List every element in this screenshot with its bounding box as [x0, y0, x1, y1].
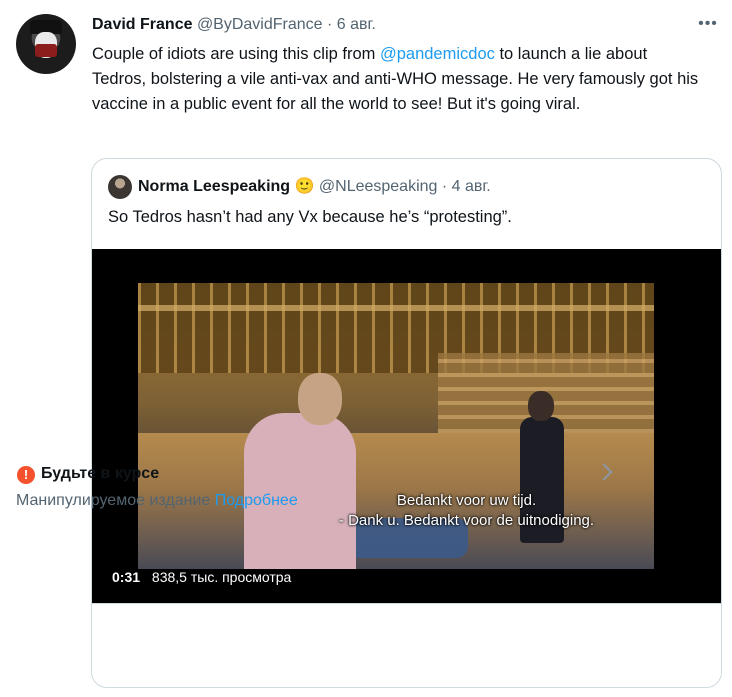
author-handle[interactable]: @ByDavidFrance [197, 16, 323, 33]
quoted-tweet[interactable]: Norma Leespeaking 🙂 @NLeespeaking · 4 ав… [91, 158, 722, 688]
smile-emoji-icon: 🙂 [294, 178, 315, 195]
avatar-mask [35, 44, 57, 57]
video-views: 838,5 тыс. просмотра [151, 569, 292, 585]
more-horizontal-icon[interactable]: ••• [697, 16, 719, 38]
mention-link[interactable]: @pandemicdoc [380, 45, 495, 63]
tweet-text: Couple of idiots are using this clip fro… [92, 42, 702, 117]
tweet-date[interactable]: 6 авг. [337, 16, 376, 33]
quote-author-name: Norma Leespeaking [138, 178, 291, 195]
video-person-foreground [226, 373, 356, 569]
author-avatar[interactable] [16, 14, 76, 74]
quote-separator-dot: · [441, 178, 448, 195]
video-subtitle-line2: - Dank u. Bedankt voor de uitnodiging. [338, 512, 595, 529]
misleading-notice[interactable] [92, 603, 721, 687]
video-beam [138, 305, 654, 311]
tweet-header: David France @ByDavidFrance · 6 авг. [92, 16, 376, 34]
learn-more-link[interactable]: Подробнее [215, 492, 298, 509]
video-duration: 0:31 [112, 569, 141, 585]
video-info: 0:31 838,5 тыс. просмотра [112, 569, 291, 585]
quote-header: Norma Leespeaking 🙂 @NLeespeaking · 4 ав… [138, 176, 491, 196]
quote-author-avatar[interactable] [108, 175, 132, 199]
notice-title: Будьте в курсе [41, 465, 160, 482]
notice-description: Манипулируемое издание Подробнее [16, 492, 298, 510]
warning-icon: ! [17, 466, 35, 484]
quote-author-handle: @NLeespeaking [318, 178, 438, 195]
tweet-text-part1: Couple of idiots are using this clip fro… [92, 45, 380, 63]
quote-date: 4 авг. [451, 178, 491, 195]
author-name[interactable]: David France [92, 16, 192, 33]
video-player[interactable]: Bedankt voor uw tijd. - Dank u. Bedankt … [92, 249, 721, 603]
separator-dot: · [327, 16, 333, 33]
quote-text: So Tedros hasn’t had any Vx because he’s… [108, 208, 512, 226]
notice-description-text: Манипулируемое издание [16, 492, 211, 509]
